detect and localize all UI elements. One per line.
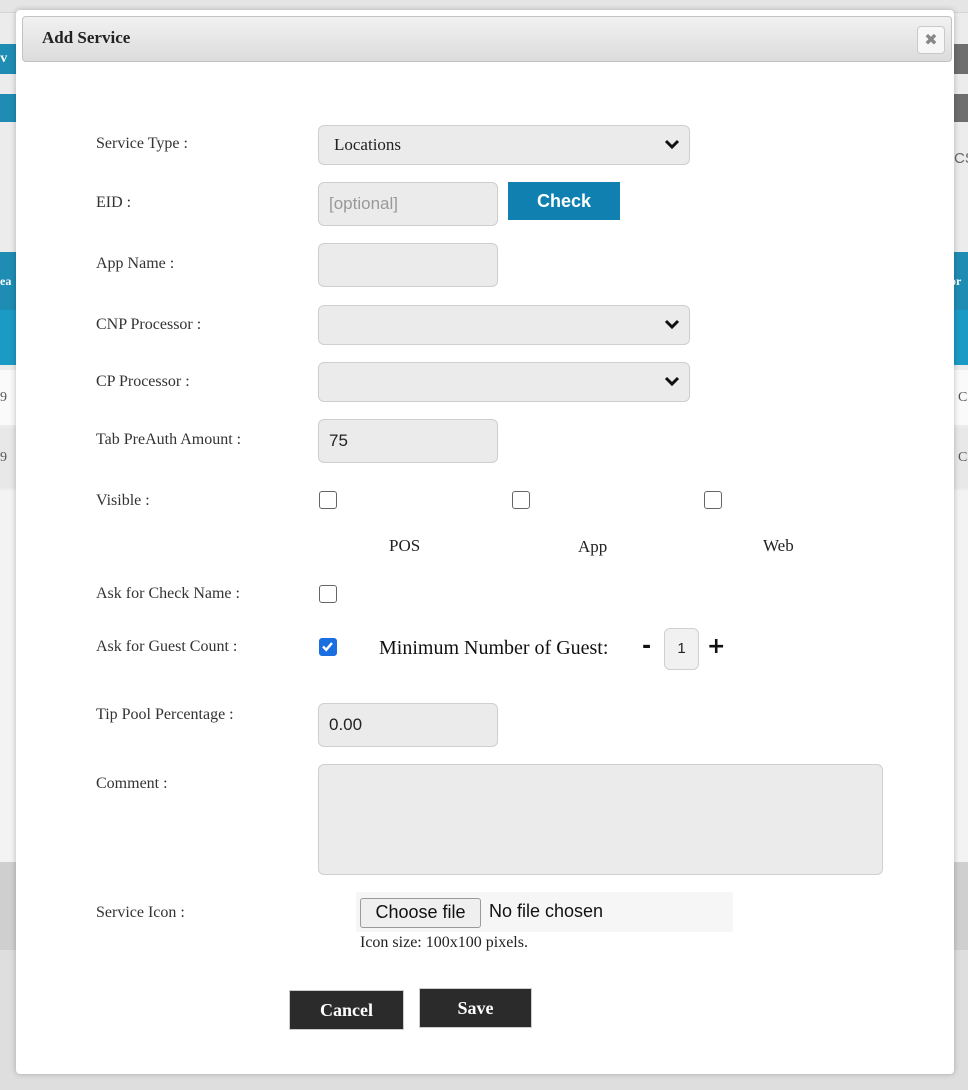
visible-web-checkbox[interactable] bbox=[704, 491, 722, 509]
cp-processor-select[interactable] bbox=[318, 362, 690, 402]
service-icon-label: Service Icon : bbox=[96, 904, 185, 921]
icon-size-hint: Icon size: 100x100 pixels. bbox=[360, 934, 528, 951]
service-type-label: Service Type : bbox=[96, 135, 188, 152]
tab-preauth-input[interactable]: 75 bbox=[318, 419, 498, 463]
dialog-title: Add Service bbox=[42, 28, 131, 47]
save-button[interactable]: Save bbox=[419, 988, 532, 1028]
chevron-down-icon bbox=[664, 319, 680, 330]
check-eid-button[interactable]: Check bbox=[508, 182, 620, 220]
eid-label: EID : bbox=[96, 194, 132, 211]
background-header-left-text: ev bbox=[0, 51, 8, 66]
cnp-processor-label: CNP Processor : bbox=[96, 316, 202, 333]
guest-decrement-button[interactable]: - bbox=[642, 634, 651, 659]
visible-pos-label: POS bbox=[389, 536, 421, 555]
min-guest-label: Minimum Number of Guest: bbox=[379, 637, 609, 659]
choose-file-button[interactable]: Choose file bbox=[360, 898, 481, 928]
ask-check-name-label: Ask for Check Name : bbox=[96, 585, 240, 602]
visible-app-checkbox[interactable] bbox=[512, 491, 530, 509]
app-name-input[interactable] bbox=[318, 243, 498, 287]
service-type-select[interactable]: Locations bbox=[318, 125, 690, 165]
add-service-dialog: Add Service ✖ Service Type : Locations E… bbox=[16, 10, 954, 1074]
tab-preauth-label: Tab PreAuth Amount : bbox=[96, 431, 242, 448]
checkmark-icon bbox=[322, 642, 333, 652]
visible-pos-checkbox[interactable] bbox=[319, 491, 337, 509]
cnp-processor-select[interactable] bbox=[318, 305, 690, 345]
service-type-value: Locations bbox=[334, 135, 402, 154]
dialog-header: Add Service ✖ bbox=[22, 16, 952, 62]
visible-web-label: Web bbox=[763, 536, 794, 555]
app-name-label: App Name : bbox=[96, 255, 175, 272]
ask-guest-count-checkbox[interactable] bbox=[319, 638, 337, 656]
cancel-button[interactable]: Cancel bbox=[289, 990, 404, 1030]
eid-input[interactable]: [optional] bbox=[318, 182, 498, 226]
comment-textarea[interactable] bbox=[318, 764, 883, 875]
guest-increment-button[interactable]: + bbox=[707, 634, 725, 659]
tip-pool-label: Tip Pool Percentage : bbox=[96, 706, 234, 723]
ask-guest-count-label: Ask for Guest Count : bbox=[96, 638, 238, 655]
ask-check-name-checkbox[interactable] bbox=[319, 585, 337, 603]
tip-pool-input[interactable]: 0.00 bbox=[318, 703, 498, 747]
chevron-down-icon bbox=[664, 376, 680, 387]
visible-app-label: App bbox=[578, 537, 608, 556]
comment-label: Comment : bbox=[96, 775, 168, 792]
close-icon: ✖ bbox=[924, 30, 938, 49]
min-guest-input[interactable]: 1 bbox=[664, 628, 699, 670]
close-button[interactable]: ✖ bbox=[917, 26, 945, 54]
chevron-down-icon bbox=[664, 139, 680, 150]
visible-label: Visible : bbox=[96, 492, 150, 509]
file-status: No file chosen bbox=[489, 901, 604, 921]
background-text-right: CS bbox=[954, 150, 968, 167]
cp-processor-label: CP Processor : bbox=[96, 373, 190, 390]
